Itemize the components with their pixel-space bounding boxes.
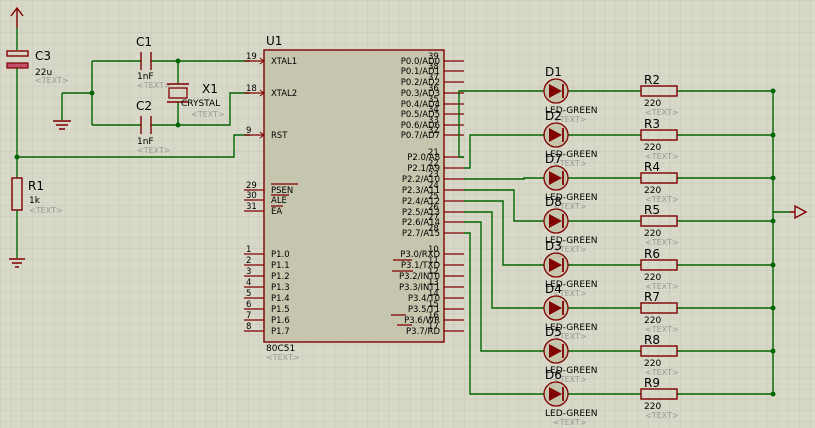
u1-pin-name: P1.6 [271, 316, 290, 326]
x1-text-placeholder: <TEXT> [191, 110, 225, 119]
u1-pin-name: P1.5 [271, 305, 290, 315]
resistor-ref: R7 [644, 290, 660, 304]
led-ref: D2 [545, 109, 562, 123]
u1-pin-name: P1.0 [271, 250, 290, 260]
x1-value: CRYSTAL [181, 99, 220, 109]
resistor-ref: R5 [644, 203, 660, 217]
u1-pin-number: 4 [246, 278, 251, 288]
resistor-text-placeholder: <TEXT> [645, 411, 679, 420]
c2-ref: C2 [136, 99, 152, 113]
resistor-text-placeholder: <TEXT> [645, 108, 679, 117]
resistor-ref: R3 [644, 117, 660, 131]
resistor-text-placeholder: <TEXT> [645, 238, 679, 247]
c3-ref: C3 [35, 49, 51, 63]
schematic-canvas: C3 22u <TEXT> R1 1k <TEXT> C1 1nF <TEXT>… [0, 0, 815, 428]
led-ref: D7 [545, 152, 562, 166]
x1-ref: X1 [202, 82, 218, 96]
u1-pin-number: 29 [246, 181, 257, 191]
u1-pin-number: 5 [246, 289, 251, 299]
u1-pin-number: 7 [246, 311, 251, 321]
u1-pin-name: RST [271, 131, 288, 141]
led-ref: D6 [545, 368, 562, 382]
u1-text-placeholder: <TEXT> [266, 353, 300, 362]
r1-value: 1k [29, 196, 41, 206]
u1-pin-number: 1 [246, 245, 251, 255]
junction-rst [14, 154, 20, 160]
c2-text-placeholder: <TEXT> [137, 146, 171, 155]
led-text-placeholder: <TEXT> [553, 418, 587, 427]
junction-x1-top [175, 58, 181, 64]
r1-text-placeholder: <TEXT> [29, 206, 63, 215]
led-ref: D1 [545, 65, 562, 79]
u1-pin-name: P2.7/A15 [402, 229, 440, 239]
resistor-ref: R8 [644, 333, 660, 347]
u1-pin-number: 6 [246, 300, 251, 310]
resistor-ref: R4 [644, 160, 660, 174]
u1-pin-number: 8 [246, 322, 251, 332]
junction-clock-left [89, 90, 95, 96]
u1-ref: U1 [266, 34, 282, 48]
u1-pin-name: EA [271, 207, 282, 217]
led-ref: D5 [545, 325, 562, 339]
u1-pin-name: P1.2 [271, 272, 290, 282]
junction-x1-bottom [175, 122, 181, 128]
resistor-ref: R2 [644, 73, 660, 87]
u1-pin-name: XTAL2 [271, 89, 297, 99]
u1-pin-name: P1.4 [271, 294, 290, 304]
u1-pin-name: P3.7/RD [406, 327, 440, 337]
u1-pin-name: P1.7 [271, 327, 290, 337]
microcontroller-u1[interactable]: U1 80C51 <TEXT> 19 XTAL118 XTAL29 RST29 PSEN… [244, 34, 464, 362]
u1-pin-name: XTAL1 [271, 57, 297, 67]
u1-pin-name: P1.1 [271, 261, 290, 271]
u1-pin-number: 18 [246, 84, 257, 94]
led-ref: D8 [545, 195, 562, 209]
u1-pin-name: P1.3 [271, 283, 290, 293]
u1-pin-number: 31 [246, 202, 257, 212]
led-ref: D4 [545, 282, 562, 296]
u1-pin-number: 30 [246, 191, 257, 201]
resistor-ref: R6 [644, 247, 660, 261]
u1-pin-name: ALE [271, 196, 287, 206]
u1-pin-name: P0.7/AD7 [401, 131, 440, 141]
c1-text-placeholder: <TEXT> [137, 81, 171, 90]
u1-pin-number: 3 [246, 267, 251, 277]
u1-pin-number: 2 [246, 256, 251, 266]
c3-text-placeholder: <TEXT> [35, 76, 69, 85]
r1-ref: R1 [28, 179, 44, 193]
resistor-ref: R9 [644, 376, 660, 390]
u1-pin-number: 19 [246, 52, 257, 62]
c1-ref: C1 [136, 35, 152, 49]
led-ref: D3 [545, 239, 562, 253]
u1-pin-number: 9 [246, 126, 251, 136]
